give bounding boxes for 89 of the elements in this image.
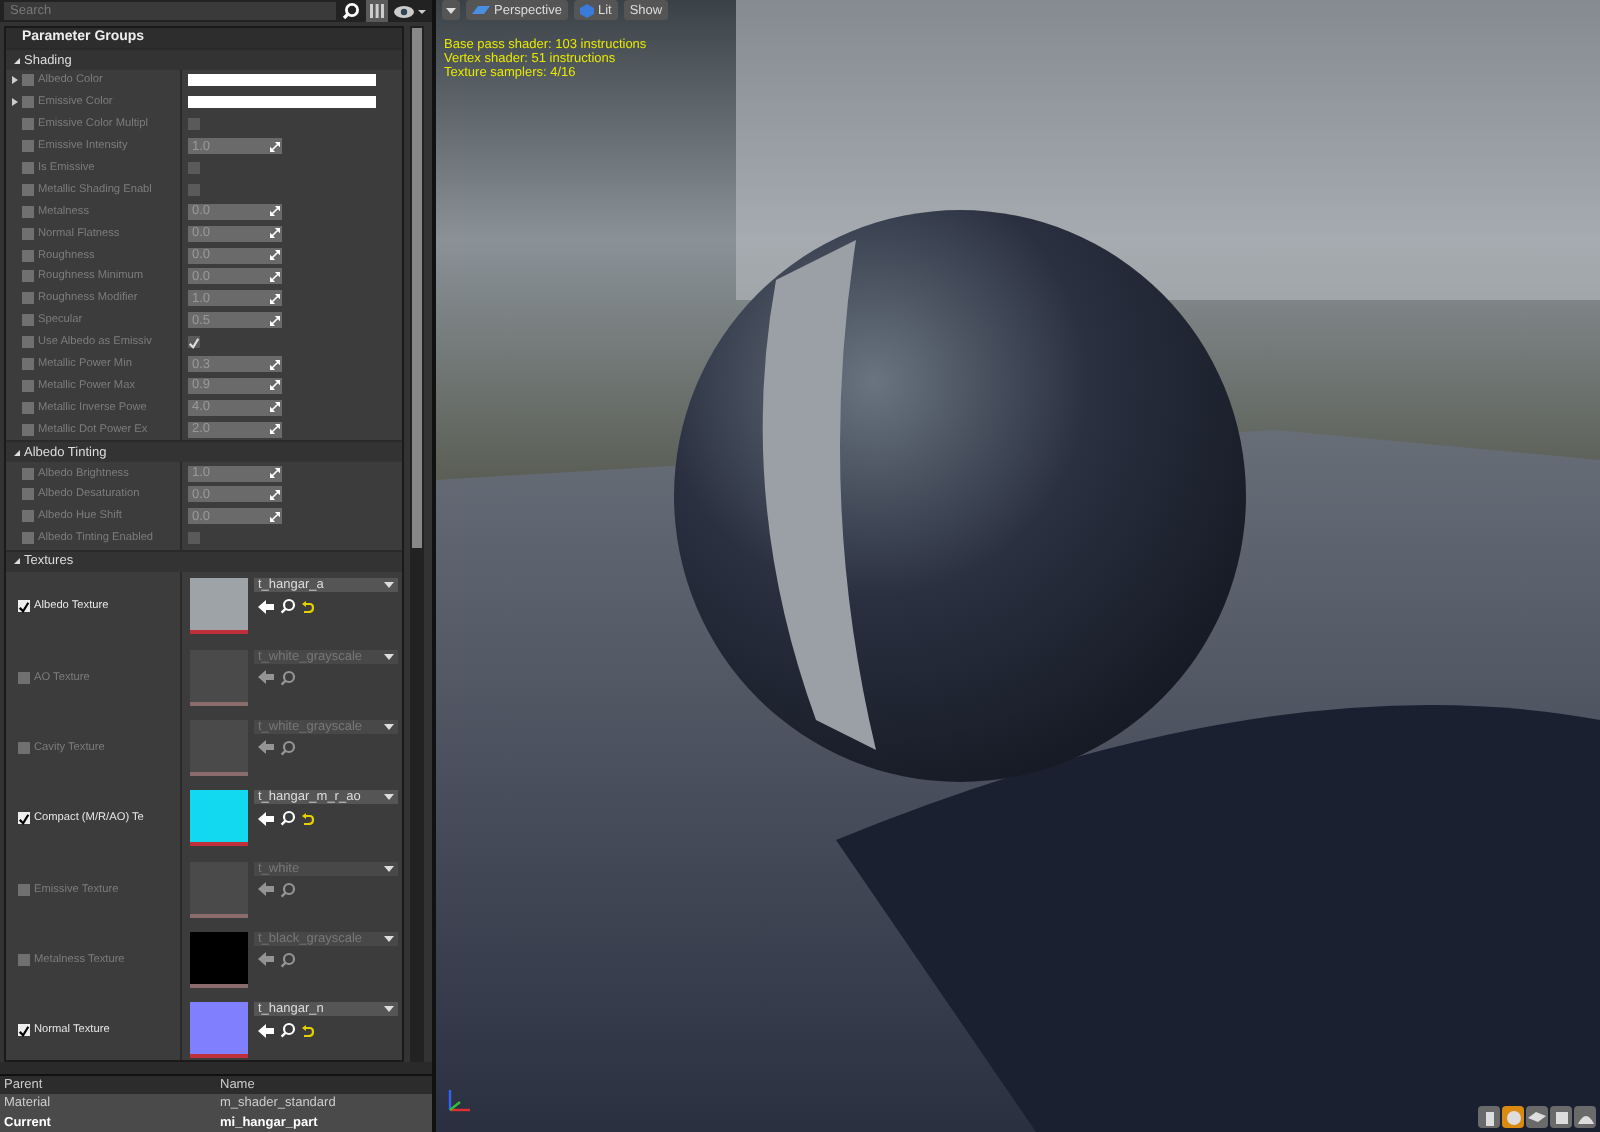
texture-thumbnail[interactable] (190, 649, 248, 706)
override-checkbox[interactable] (18, 812, 30, 825)
caret-icon[interactable] (384, 582, 394, 589)
preview-mesh-button[interactable] (1574, 1106, 1596, 1128)
override-checkbox[interactable] (22, 358, 34, 371)
override-checkbox[interactable] (18, 883, 30, 896)
resize-arrows-icon[interactable] (270, 271, 280, 282)
override-checkbox[interactable] (22, 205, 34, 218)
collapse-arrow-icon[interactable] (14, 558, 20, 565)
texture-thumbnail[interactable] (190, 578, 248, 635)
resize-arrows-icon[interactable] (270, 315, 280, 326)
search-icon[interactable] (280, 810, 296, 827)
collapse-arrow-icon[interactable] (14, 57, 20, 63)
caret-icon[interactable] (384, 1006, 394, 1013)
override-checkbox[interactable] (22, 488, 34, 501)
override-checkbox[interactable] (22, 510, 34, 523)
resize-arrows-icon[interactable] (270, 402, 280, 413)
caret-icon[interactable] (384, 794, 394, 801)
override-checkbox[interactable] (22, 118, 34, 131)
columns-icon[interactable] (366, 0, 388, 22)
resize-arrows-icon[interactable] (270, 141, 280, 152)
value-checkbox[interactable] (188, 532, 200, 545)
override-checkbox[interactable] (18, 671, 30, 684)
texture-thumbnail[interactable] (190, 861, 248, 918)
reset-icon[interactable] (302, 599, 314, 614)
color-swatch[interactable] (188, 74, 376, 87)
search-icon[interactable] (280, 1022, 296, 1039)
override-checkbox[interactable] (22, 162, 34, 174)
resize-arrows-icon[interactable] (270, 380, 280, 391)
override-checkbox[interactable] (22, 336, 34, 349)
reset-icon[interactable] (302, 811, 314, 826)
override-checkbox[interactable] (22, 74, 34, 87)
axis-gizmo-icon (444, 1088, 472, 1116)
override-checkbox[interactable] (18, 741, 30, 754)
resize-arrows-icon[interactable] (270, 206, 280, 217)
override-checkbox[interactable] (22, 467, 34, 480)
color-swatch[interactable] (188, 96, 376, 109)
texture-thumbnail[interactable] (190, 931, 248, 988)
texture-thumbnail[interactable] (190, 719, 248, 776)
preview-cylinder-button[interactable] (1478, 1106, 1500, 1128)
texture-thumbnail[interactable] (190, 1002, 248, 1059)
arrow-left-icon[interactable] (258, 599, 274, 614)
caret-icon[interactable] (384, 723, 394, 730)
resize-arrows-icon[interactable] (270, 424, 280, 435)
override-checkbox[interactable] (22, 423, 34, 436)
resize-arrows-icon[interactable] (270, 250, 280, 261)
override-checkbox[interactable] (22, 314, 34, 327)
override-checkbox[interactable] (22, 401, 34, 414)
override-checkbox[interactable] (18, 600, 30, 613)
caret-icon[interactable] (384, 935, 394, 942)
override-checkbox[interactable] (22, 532, 34, 545)
value-checkbox[interactable] (188, 183, 200, 196)
resize-arrows-icon[interactable] (270, 228, 280, 239)
dome-icon[interactable] (1577, 1111, 1593, 1123)
resize-arrows-icon[interactable] (270, 293, 280, 304)
override-checkbox[interactable] (22, 249, 34, 262)
override-checkbox[interactable] (22, 183, 34, 196)
override-checkbox[interactable] (22, 292, 34, 305)
override-checkbox[interactable] (22, 270, 34, 283)
caret-icon[interactable] (446, 7, 456, 13)
override-checkbox[interactable] (22, 140, 34, 153)
resize-arrows-icon[interactable] (270, 511, 280, 522)
viewport-menu-button[interactable] (442, 0, 460, 20)
eye-icon[interactable] (394, 3, 426, 19)
resize-arrows-icon[interactable] (270, 489, 280, 500)
value-checkbox[interactable] (188, 118, 200, 131)
override-checkbox[interactable] (18, 953, 30, 966)
texture-thumbnail[interactable] (190, 790, 248, 847)
plane-icon[interactable] (1528, 1112, 1546, 1122)
caret-icon[interactable] (384, 865, 394, 872)
caret-icon[interactable] (384, 653, 394, 660)
scrollbar[interactable] (410, 26, 424, 1061)
cylinder-icon[interactable] (1483, 1109, 1495, 1125)
preview-plane-button[interactable] (1526, 1106, 1548, 1128)
arrow-left-icon[interactable] (258, 811, 274, 826)
override-checkbox[interactable] (22, 96, 34, 109)
override-checkbox[interactable] (22, 227, 34, 240)
arrow-left-icon[interactable] (258, 1023, 274, 1038)
value-checkbox[interactable] (188, 336, 200, 349)
override-checkbox[interactable] (18, 1024, 30, 1037)
override-checkbox[interactable] (22, 379, 34, 392)
resize-arrows-icon[interactable] (270, 359, 280, 370)
value-checkbox[interactable] (188, 162, 200, 174)
collapse-arrow-icon[interactable] (14, 449, 20, 456)
search-icon[interactable] (342, 2, 360, 20)
reset-icon[interactable] (302, 1023, 314, 1038)
grid-plane-icon[interactable] (472, 4, 490, 16)
search-icon[interactable] (280, 598, 296, 615)
resize-arrows-icon[interactable] (270, 468, 280, 479)
